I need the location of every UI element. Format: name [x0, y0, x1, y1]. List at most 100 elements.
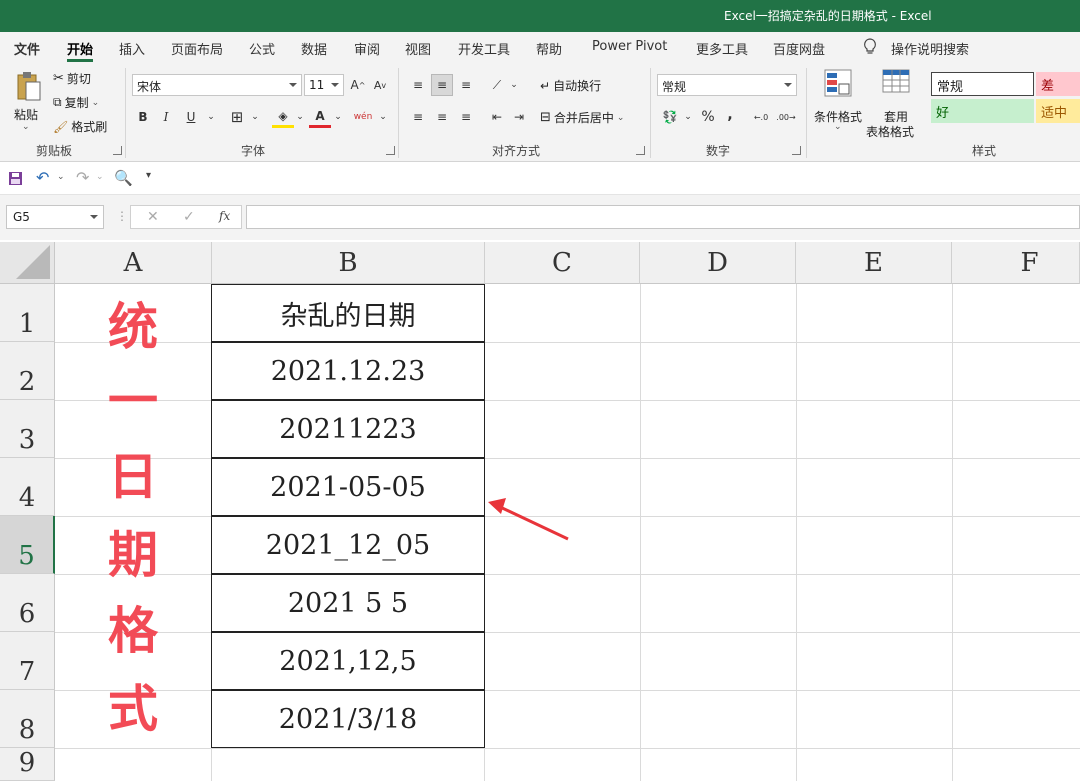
- font-name-combo[interactable]: 宋体: [132, 74, 302, 96]
- column-header-a[interactable]: A: [55, 242, 212, 284]
- tab-review[interactable]: 审阅: [354, 39, 380, 58]
- column-header-f[interactable]: F: [952, 242, 1080, 284]
- increase-decimal-icon[interactable]: ←.0: [750, 106, 772, 128]
- column-header-c[interactable]: C: [485, 242, 640, 284]
- number-launcher-icon[interactable]: [792, 146, 801, 155]
- tab-file[interactable]: 文件: [14, 39, 40, 58]
- underline-button[interactable]: U: [180, 106, 202, 128]
- copy-icon: ⧉: [53, 95, 62, 109]
- tab-tell-me[interactable]: 操作说明搜索: [891, 39, 969, 58]
- tab-page-layout[interactable]: 页面布局: [171, 39, 223, 58]
- chevron-down-icon[interactable]: ⌄: [289, 106, 311, 128]
- row-header-8[interactable]: 8: [0, 690, 55, 748]
- style-neutral[interactable]: 适中: [1036, 99, 1080, 123]
- tab-data[interactable]: 数据: [301, 39, 327, 58]
- undo-icon[interactable]: ↶: [36, 168, 49, 187]
- cell-b1[interactable]: 杂乱的日期: [211, 284, 485, 342]
- cell-b7[interactable]: 2021,12,5: [211, 632, 485, 690]
- cut-button[interactable]: ✂ 剪切: [53, 70, 91, 87]
- style-normal[interactable]: 常规: [931, 72, 1034, 96]
- percent-button[interactable]: %: [697, 106, 719, 128]
- font-size-combo[interactable]: 11: [304, 74, 344, 96]
- align-center-icon[interactable]: ≡: [431, 106, 453, 128]
- align-left-icon[interactable]: ≡: [407, 106, 429, 128]
- gridline: [640, 284, 641, 781]
- row-header-7[interactable]: 7: [0, 632, 55, 690]
- increase-font-icon[interactable]: A ^: [347, 74, 369, 96]
- clipboard-launcher-icon[interactable]: [113, 146, 122, 155]
- row-header-4[interactable]: 4: [0, 458, 55, 516]
- tab-insert[interactable]: 插入: [119, 39, 145, 58]
- chevron-down-icon[interactable]: ⌄: [57, 172, 65, 182]
- merge-center-button[interactable]: ⊟ 合并后居中 ⌄: [540, 109, 624, 126]
- row-header-2[interactable]: 2: [0, 342, 55, 400]
- chevron-down-icon[interactable]: ⌄: [96, 172, 104, 182]
- tab-formulas[interactable]: 公式: [249, 39, 275, 58]
- row-header-6[interactable]: 6: [0, 574, 55, 632]
- align-middle-icon[interactable]: ≡: [431, 74, 453, 96]
- lightbulb-icon[interactable]: [862, 38, 878, 56]
- cell-b2[interactable]: 2021.12.23: [211, 342, 485, 400]
- cell-b6[interactable]: 2021 5 5: [211, 574, 485, 632]
- number-format-combo[interactable]: 常规: [657, 74, 797, 96]
- tab-help[interactable]: 帮助: [536, 39, 562, 58]
- insert-function-icon[interactable]: fx: [219, 209, 230, 223]
- select-all-button[interactable]: [0, 242, 55, 284]
- decrease-font-icon[interactable]: Av: [369, 74, 391, 96]
- row-header-5[interactable]: 5: [0, 516, 55, 574]
- column-header-b[interactable]: B: [212, 242, 485, 284]
- font-launcher-icon[interactable]: [386, 146, 395, 155]
- bold-button[interactable]: B: [132, 106, 154, 128]
- chevron-down-icon[interactable]: ⌄: [244, 106, 266, 128]
- column-header-d[interactable]: D: [640, 242, 796, 284]
- format-as-table-button[interactable]: 套用 表格格式: [866, 68, 926, 139]
- paste-button[interactable]: 粘贴 ⌄: [10, 68, 46, 132]
- tab-power-pivot[interactable]: Power Pivot: [592, 39, 667, 54]
- align-top-icon[interactable]: ≡: [407, 74, 429, 96]
- tab-view[interactable]: 视图: [405, 39, 431, 58]
- tab-developer[interactable]: 开发工具: [458, 39, 510, 58]
- style-good[interactable]: 好: [931, 99, 1034, 123]
- gridline: [55, 574, 1080, 575]
- chevron-down-icon[interactable]: ⌄: [677, 106, 699, 128]
- cell-b5[interactable]: 2021_12_05: [211, 516, 485, 574]
- column-header-e[interactable]: E: [796, 242, 952, 284]
- align-right-icon[interactable]: ≡: [455, 106, 477, 128]
- chevron-down-icon[interactable]: ⌄: [327, 106, 349, 128]
- chevron-down-icon[interactable]: ⌄: [200, 106, 222, 128]
- decrease-indent-icon[interactable]: ⇤: [486, 106, 508, 128]
- print-preview-icon[interactable]: 🔍: [114, 169, 133, 187]
- italic-button[interactable]: I: [155, 106, 177, 128]
- increase-indent-icon[interactable]: ⇥: [508, 106, 530, 128]
- cell-b3[interactable]: 20211223: [211, 400, 485, 458]
- chevron-down-icon: ⌄: [91, 97, 100, 108]
- redo-icon[interactable]: ↷: [76, 168, 89, 187]
- align-bottom-icon[interactable]: ≡: [455, 74, 477, 96]
- alignment-launcher-icon[interactable]: [636, 146, 645, 155]
- copy-button[interactable]: ⧉ 复制 ⌄: [53, 94, 99, 111]
- chevron-down-icon[interactable]: ⌄: [503, 74, 525, 96]
- name-box[interactable]: G5: [6, 205, 104, 229]
- enter-icon[interactable]: ✓: [183, 209, 195, 225]
- conditional-format-button[interactable]: 条件格式 ⌄: [812, 68, 864, 138]
- cancel-icon[interactable]: ✕: [147, 209, 159, 225]
- customize-toolbar-icon[interactable]: ▾: [146, 170, 151, 181]
- chevron-down-icon[interactable]: ⌄: [372, 106, 394, 128]
- phonetic-guide-icon[interactable]: wén: [352, 106, 374, 128]
- cell-b4[interactable]: 2021-05-05: [211, 458, 485, 516]
- comma-button[interactable]: ,: [719, 104, 741, 126]
- cell-b8[interactable]: 2021/3/18: [211, 690, 485, 748]
- row-header-9[interactable]: 9: [0, 748, 55, 781]
- format-painter-button[interactable]: 🖌 格式刷: [53, 118, 107, 135]
- row-header-1[interactable]: 1: [0, 284, 55, 342]
- tab-baidu-netdisk[interactable]: 百度网盘: [773, 39, 825, 58]
- cell-reference: G5: [13, 210, 30, 224]
- tab-more-tools[interactable]: 更多工具: [696, 39, 748, 58]
- style-bad[interactable]: 差: [1036, 72, 1080, 96]
- row-header-3[interactable]: 3: [0, 400, 55, 458]
- formula-input[interactable]: [246, 205, 1080, 229]
- save-icon[interactable]: [8, 171, 23, 186]
- decrease-decimal-icon[interactable]: .00→: [775, 106, 797, 128]
- wrap-text-button[interactable]: ↵ 自动换行: [540, 77, 601, 94]
- tab-home[interactable]: 开始: [67, 39, 94, 62]
